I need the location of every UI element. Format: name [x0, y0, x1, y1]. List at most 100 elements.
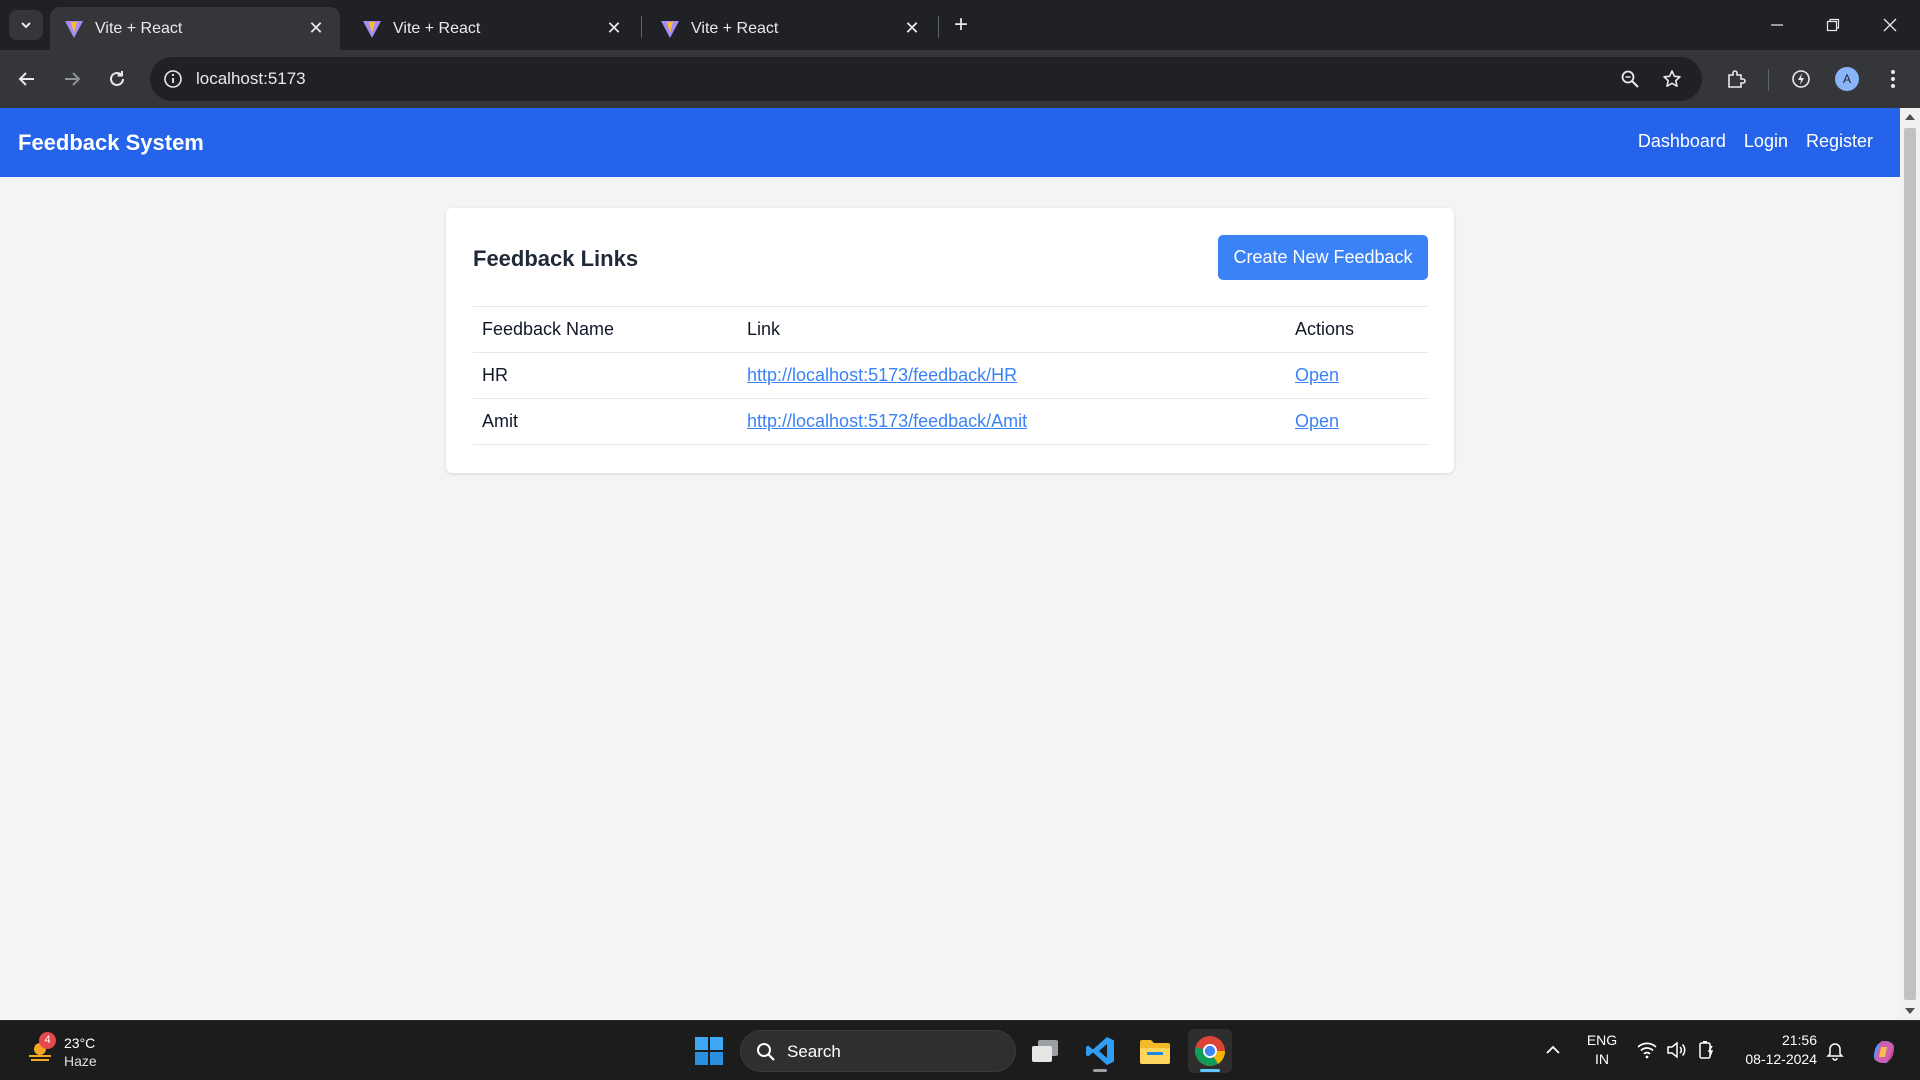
- system-clock[interactable]: 21:56 08-12-2024: [1735, 1031, 1817, 1069]
- toolbar-separator: [1768, 69, 1769, 91]
- reload-icon: [110, 71, 124, 86]
- search-icon: [757, 1043, 775, 1061]
- browser-toolbar: localhost:5173 A: [0, 50, 1920, 108]
- taskbar-app-chrome[interactable]: [1188, 1029, 1232, 1073]
- profile-avatar[interactable]: A: [1835, 67, 1859, 91]
- minimize-icon: [1771, 24, 1783, 26]
- tab-title: Vite + React: [393, 19, 481, 37]
- tab-title: Vite + React: [95, 19, 183, 37]
- performance-button[interactable]: [1787, 65, 1815, 93]
- chrome-icon: [1195, 1036, 1226, 1066]
- star-icon: [1663, 70, 1681, 87]
- browser-tab-2[interactable]: Vite + React ✕: [348, 7, 638, 50]
- battery-charging-icon[interactable]: [1696, 1039, 1718, 1061]
- zoom-button[interactable]: [1618, 67, 1642, 91]
- brand-logo-text[interactable]: Feedback System: [18, 130, 204, 156]
- volume-icon[interactable]: [1665, 1039, 1687, 1061]
- actions-cell: Open: [1286, 352, 1428, 399]
- tab-title: Vite + React: [691, 19, 779, 37]
- show-hidden-icons-chevron-up-icon[interactable]: [1542, 1039, 1564, 1061]
- site-info-icon[interactable]: [162, 68, 184, 90]
- clock-time: 21:56: [1781, 1032, 1817, 1048]
- kebab-menu-icon: [1891, 70, 1895, 88]
- weather-condition: Haze: [64, 1053, 97, 1069]
- vite-logo-icon: [363, 20, 381, 38]
- windows-logo-icon: [695, 1037, 723, 1065]
- create-new-feedback-button[interactable]: Create New Feedback: [1218, 235, 1428, 280]
- column-header-name: Feedback Name: [473, 306, 738, 353]
- weather-temperature: 23°C: [64, 1035, 96, 1051]
- taskbar-app-file-explorer[interactable]: [1133, 1029, 1177, 1073]
- clock-date: 08-12-2024: [1745, 1051, 1817, 1067]
- url-text: localhost:5173: [196, 69, 306, 88]
- scroll-down-arrow-icon[interactable]: [1905, 1008, 1915, 1014]
- restore-button[interactable]: [1813, 10, 1853, 40]
- task-view-button[interactable]: [1023, 1029, 1067, 1073]
- feedback-links-card: Feedback Links Create New Feedback Feedb…: [446, 208, 1454, 473]
- tab-search-button[interactable]: [9, 10, 43, 40]
- weather-widget[interactable]: 4 23°C Haze: [22, 1031, 112, 1071]
- close-tab-icon[interactable]: ✕: [604, 18, 624, 39]
- close-tab-icon[interactable]: ✕: [306, 18, 326, 39]
- browser-tab-3[interactable]: Vite + React ✕: [646, 7, 936, 50]
- speedometer-icon: [1792, 70, 1810, 88]
- feedback-link-cell: http://localhost:5173/feedback/HR: [738, 352, 1286, 399]
- taskbar-app-vscode[interactable]: [1078, 1029, 1122, 1073]
- actions-cell: Open: [1286, 398, 1428, 445]
- extensions-button[interactable]: [1722, 65, 1750, 93]
- nav-links: Dashboard Login Register: [1638, 131, 1873, 152]
- minimize-button[interactable]: [1757, 10, 1797, 40]
- running-indicator: [1093, 1069, 1107, 1072]
- table-header-row: Feedback Name Link Actions: [473, 306, 1428, 353]
- vscode-icon: [1086, 1037, 1114, 1065]
- feedback-link[interactable]: http://localhost:5173/feedback/Amit: [747, 411, 1027, 431]
- feedback-name-cell: HR: [473, 352, 738, 399]
- reload-button[interactable]: [100, 62, 134, 96]
- forward-button[interactable]: [55, 62, 89, 96]
- restore-icon: [1826, 18, 1840, 32]
- wifi-icon[interactable]: [1636, 1039, 1658, 1061]
- notification-bell-icon[interactable]: [1824, 1039, 1846, 1061]
- folder-icon: [1140, 1040, 1170, 1064]
- vite-logo-icon: [661, 20, 679, 38]
- search-placeholder: Search: [787, 1042, 841, 1061]
- weather-notification-badge: 4: [39, 1032, 56, 1049]
- feedback-link[interactable]: http://localhost:5173/feedback/HR: [747, 365, 1017, 385]
- feedback-link-cell: http://localhost:5173/feedback/Amit: [738, 398, 1286, 445]
- feedback-name-cell: Amit: [473, 398, 738, 445]
- address-bar[interactable]: localhost:5173: [150, 57, 1702, 101]
- new-tab-button[interactable]: +: [947, 12, 975, 40]
- task-view-icon: [1032, 1040, 1058, 1062]
- bookmark-button[interactable]: [1660, 67, 1684, 91]
- column-header-actions: Actions: [1286, 306, 1428, 353]
- copilot-icon[interactable]: [1869, 1037, 1899, 1067]
- page-viewport: Feedback System Dashboard Login Register…: [0, 108, 1920, 1020]
- app-navbar: Feedback System Dashboard Login Register: [0, 108, 1900, 177]
- page-scrollbar[interactable]: [1900, 108, 1920, 1020]
- browser-tab-1[interactable]: Vite + React ✕: [50, 7, 340, 50]
- browser-tab-strip: Vite + React ✕ Vite + React ✕ Vite + Rea…: [0, 0, 1920, 50]
- table-row: Amit http://localhost:5173/feedback/Amit…: [473, 398, 1428, 445]
- scroll-thumb[interactable]: [1904, 128, 1916, 1000]
- taskbar-search[interactable]: Search: [740, 1030, 1016, 1072]
- card-title: Feedback Links: [473, 246, 639, 271]
- running-indicator: [1200, 1069, 1220, 1072]
- back-button[interactable]: [10, 62, 44, 96]
- puzzle-icon: [1728, 70, 1746, 88]
- browser-menu-button[interactable]: [1879, 65, 1907, 93]
- feedback-table: Feedback Name Link Actions HR http://loc…: [473, 306, 1428, 445]
- open-link[interactable]: Open: [1295, 411, 1339, 431]
- nav-link-login[interactable]: Login: [1744, 131, 1788, 152]
- nav-link-register[interactable]: Register: [1806, 131, 1873, 152]
- input-language-indicator[interactable]: ENG IN: [1585, 1031, 1619, 1069]
- scroll-up-arrow-icon[interactable]: [1905, 114, 1915, 120]
- open-link[interactable]: Open: [1295, 365, 1339, 385]
- nav-link-dashboard[interactable]: Dashboard: [1638, 131, 1726, 152]
- table-row: HR http://localhost:5173/feedback/HR Ope…: [473, 352, 1428, 399]
- close-tab-icon[interactable]: ✕: [902, 18, 922, 39]
- close-window-button[interactable]: [1870, 10, 1910, 40]
- tab-separator: [641, 16, 642, 38]
- windows-taskbar: 4 23°C Haze Search ENG IN 21:56 08-12-20…: [0, 1020, 1920, 1080]
- language-code: ENG: [1586, 1032, 1618, 1048]
- start-button[interactable]: [687, 1029, 731, 1073]
